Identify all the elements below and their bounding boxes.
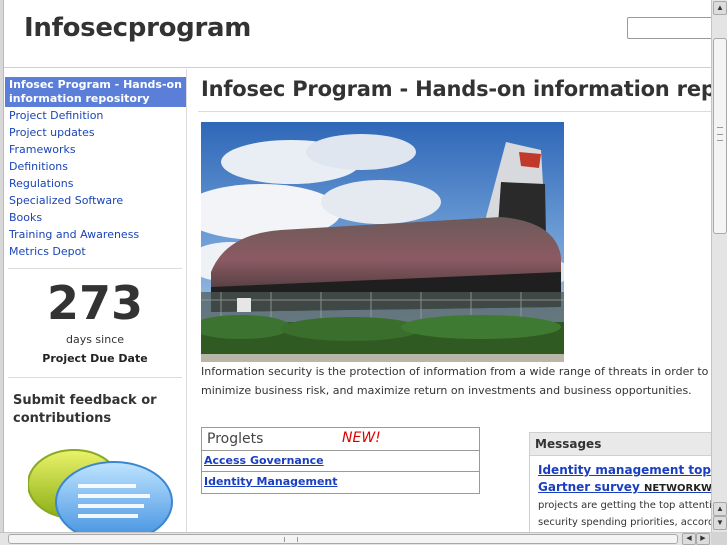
speech-bubbles-icon[interactable] [27,446,178,543]
proglets-box: Proglets NEW! Access Governance Identity… [201,427,480,494]
message-body-line-2: security spending priorities, according … [538,517,711,528]
intro-text: Information security is the protection o… [201,362,711,400]
proglets-header: Proglets NEW! [202,428,479,451]
site-title[interactable]: Infosecprogram [24,13,251,43]
proglet-link-access-governance[interactable]: Access Governance [204,454,324,467]
horizontal-scrollbar[interactable]: ◀ ▶ [0,532,711,545]
scroll-right-icon[interactable]: ▶ [696,533,710,545]
intro-line-1: Information security is the protection o… [201,365,711,378]
sidebar-item-definitions[interactable]: Definitions [4,158,186,175]
sidebar-item-training-awareness[interactable]: Training and Awareness [4,226,186,243]
proglet-row: Access Governance [202,451,479,472]
counter-caption: days since [65,333,125,346]
intro-line-2: minimize business risk, and maximize ret… [201,384,692,397]
sidebar-item-frameworks[interactable]: Frameworks [4,141,186,158]
message-headline-link[interactable]: Identity management top security Gartner… [530,462,711,497]
sidebar-item-project-definition[interactable]: Project Definition [4,107,186,124]
scroll-down-icon[interactable]: ▼ [713,516,727,530]
page-title: Infosec Program - Hands-on information r… [201,77,711,101]
grip-icon [717,127,723,141]
sidebar-item-regulations[interactable]: Regulations [4,175,186,192]
counter-number: 273 [46,276,144,330]
site-header: Infosecprogram [4,0,717,68]
message-body-line-1: projects are getting the top attention i… [538,500,711,511]
sidebar: Infosec Program - Hands-on information r… [4,69,187,543]
scroll-up-icon[interactable]: ▲ [713,502,727,516]
main-content: Infosec Program - Hands-on information r… [188,69,711,532]
scroll-up-icon[interactable]: ▲ [713,1,727,15]
messages-title: Messages [530,433,711,456]
sidebar-item-infosec-program[interactable]: Infosec Program - Hands-on information r… [5,77,186,107]
messages-box: Messages Identity management top securit… [529,432,711,532]
feedback-heading[interactable]: Submit feedback or contributions [4,378,164,428]
proglet-row: Identity Management [202,472,479,493]
grip-icon [284,537,298,542]
scrollbar-corner [711,532,727,545]
new-badge: NEW! [342,430,381,446]
sidebar-item-metrics-depot[interactable]: Metrics Depot [4,243,186,260]
scroll-left-icon[interactable]: ◀ [682,533,696,545]
sidebar-item-project-updates[interactable]: Project updates [4,124,186,141]
sidebar-nav: Infosec Program - Hands-on information r… [4,69,186,260]
message-headline[interactable]: Identity management top security [538,463,711,477]
horizontal-scroll-thumb[interactable] [8,534,678,544]
proglets-title: Proglets [207,431,264,447]
days-counter: 273 days since Project Due Date [4,269,186,377]
message-headline-2[interactable]: Gartner survey [538,480,640,494]
title-divider [198,111,711,112]
counter-label: Project Due Date [42,352,148,365]
vertical-scroll-thumb[interactable] [713,38,727,234]
sidebar-item-books[interactable]: Books [4,209,186,226]
proglet-link-identity-management[interactable]: Identity Management [204,475,338,488]
sidebar-item-specialized-software[interactable]: Specialized Software [4,192,186,209]
search-input[interactable] [627,17,717,39]
space-shuttle-photo [201,122,564,362]
vertical-scrollbar[interactable]: ▲ ▲ ▼ [711,0,727,532]
message-source: NETWORKWORLD [643,483,711,494]
